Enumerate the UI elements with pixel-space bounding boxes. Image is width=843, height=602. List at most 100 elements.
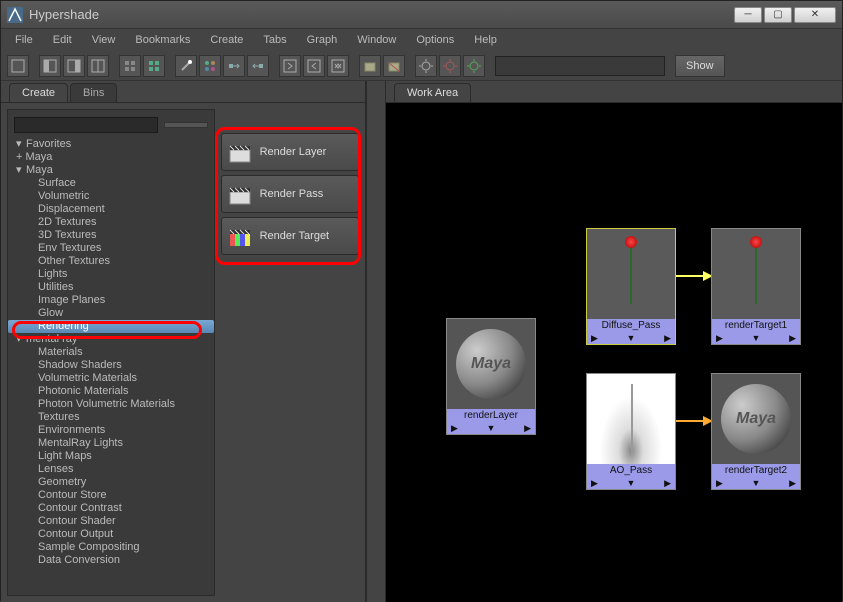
node-input-icon[interactable]: ▶ [716,333,723,344]
tool-container-1-icon[interactable] [359,55,381,77]
tree-item-3d-textures[interactable]: 3D Textures [8,229,214,242]
node-output-icon[interactable]: ▶ [789,478,796,489]
node-renderLayer[interactable]: M⁠a⁠y⁠arenderLayer▶▼▶ [446,318,536,435]
tree-item-glow[interactable]: Glow [8,307,214,320]
tool-io-3-icon[interactable] [327,55,349,77]
expand-arrow-icon[interactable]: ▾ [16,138,26,151]
node-output-icon[interactable]: ▶ [789,333,796,344]
tab-bins[interactable]: Bins [70,83,117,102]
node-footer[interactable]: ▶ ▼ ▶ [587,332,675,344]
node-menu-icon[interactable]: ▼ [627,478,636,488]
tree-item-environments[interactable]: Environments [8,424,214,437]
tree-item-mentalray-lights[interactable]: MentalRay Lights [8,437,214,450]
expand-arrow-icon[interactable]: ▾ [16,333,26,346]
node-menu-icon[interactable]: ▼ [627,333,636,343]
tool-graph-materials-icon[interactable] [199,55,221,77]
close-button[interactable]: ✕ [794,7,836,23]
nodetype-render-pass[interactable]: Render Pass [221,175,359,213]
node-input-icon[interactable]: ▶ [591,478,598,489]
tree-item-surface[interactable]: Surface [8,177,214,190]
tool-io-1-icon[interactable] [279,55,301,77]
tool-layout-split-icon[interactable] [87,55,109,77]
tool-layout-1-icon[interactable] [7,55,29,77]
menu-file[interactable]: File [7,32,41,48]
node-input-icon[interactable]: ▶ [591,333,598,344]
tree-item-2d-textures[interactable]: 2D Textures [8,216,214,229]
node-footer[interactable]: ▶ ▼ ▶ [447,422,535,434]
tree-item-light-maps[interactable]: Light Maps [8,450,214,463]
nodetype-render-layer[interactable]: Render Layer [221,133,359,171]
node-footer[interactable]: ▶ ▼ ▶ [712,332,800,344]
node-input-icon[interactable]: ▶ [451,423,458,434]
tree-item-geometry[interactable]: Geometry [8,476,214,489]
tree-item-contour-contrast[interactable]: Contour Contrast [8,502,214,515]
toolbar-search-input[interactable] [495,56,665,76]
tree-item-materials[interactable]: Materials [8,346,214,359]
show-button[interactable]: Show [675,55,725,77]
tree-item-maya[interactable]: ▾Maya [8,164,214,177]
tool-grid-1-icon[interactable] [119,55,141,77]
tree-item-contour-shader[interactable]: Contour Shader [8,515,214,528]
menu-options[interactable]: Options [408,32,462,48]
menu-tabs[interactable]: Tabs [255,32,294,48]
category-tree-list[interactable]: ▾Favorites+ Maya▾MayaSurfaceVolumetricDi… [8,138,214,593]
tree-item-displacement[interactable]: Displacement [8,203,214,216]
tool-sun-1-icon[interactable] [415,55,437,77]
tree-item-lenses[interactable]: Lenses [8,463,214,476]
expand-arrow-icon[interactable]: ▾ [16,164,26,177]
node-output-icon[interactable]: ▶ [524,423,531,434]
tab-work-area[interactable]: Work Area [394,83,471,102]
connection-arrow[interactable] [676,420,711,422]
tool-sun-2-icon[interactable] [439,55,461,77]
tree-item-textures[interactable]: Textures [8,411,214,424]
menu-view[interactable]: View [84,32,124,48]
tree-item-photon-volumetric-materials[interactable]: Photon Volumetric Materials [8,398,214,411]
menu-graph[interactable]: Graph [299,32,346,48]
node-menu-icon[interactable]: ▼ [487,423,496,433]
tool-grid-2-icon[interactable] [143,55,165,77]
tree-item-+-maya[interactable]: + Maya [8,151,214,164]
tree-item-image-planes[interactable]: Image Planes [8,294,214,307]
menu-create[interactable]: Create [202,32,251,48]
node-menu-icon[interactable]: ▼ [752,333,761,343]
menu-help[interactable]: Help [466,32,505,48]
node-renderTarget2[interactable]: M⁠a⁠y⁠arenderTarget2▶▼▶ [711,373,801,490]
connection-arrow[interactable] [676,275,711,277]
tree-item-volumetric[interactable]: Volumetric [8,190,214,203]
tree-item-sample-compositing[interactable]: Sample Compositing [8,541,214,554]
work-canvas[interactable]: M⁠a⁠y⁠arenderLayer▶▼▶Diffuse_Pass▶▼▶rend… [386,103,842,602]
menu-window[interactable]: Window [349,32,404,48]
menu-bookmarks[interactable]: Bookmarks [127,32,198,48]
tool-input-connections-icon[interactable] [223,55,245,77]
node-menu-icon[interactable]: ▼ [752,478,761,488]
tree-item-lights[interactable]: Lights [8,268,214,281]
node-output-icon[interactable]: ▶ [664,478,671,489]
node-footer[interactable]: ▶ ▼ ▶ [587,477,675,489]
tree-item-volumetric-materials[interactable]: Volumetric Materials [8,372,214,385]
tool-output-connections-icon[interactable] [247,55,269,77]
maximize-button[interactable]: ▢ [764,7,792,23]
tree-item-other-textures[interactable]: Other Textures [8,255,214,268]
tool-container-2-icon[interactable] [383,55,405,77]
tree-item-contour-output[interactable]: Contour Output [8,528,214,541]
tool-io-2-icon[interactable] [303,55,325,77]
tool-sun-3-icon[interactable] [463,55,485,77]
node-output-icon[interactable]: ▶ [664,333,671,344]
tree-item-data-conversion[interactable]: Data Conversion [8,554,214,567]
tree-item-favorites[interactable]: ▾Favorites [8,138,214,151]
category-filter-input[interactable] [14,117,158,133]
menu-edit[interactable]: Edit [45,32,80,48]
tool-layout-right-icon[interactable] [63,55,85,77]
tree-item-photonic-materials[interactable]: Photonic Materials [8,385,214,398]
node-footer[interactable]: ▶ ▼ ▶ [712,477,800,489]
node-renderTarget1[interactable]: renderTarget1▶▼▶ [711,228,801,345]
tree-item-env-textures[interactable]: Env Textures [8,242,214,255]
tree-item-contour-store[interactable]: Contour Store [8,489,214,502]
tree-item-shadow-shaders[interactable]: Shadow Shaders [8,359,214,372]
node-input-icon[interactable]: ▶ [716,478,723,489]
tool-layout-left-icon[interactable] [39,55,61,77]
node-diffusePass[interactable]: Diffuse_Pass▶▼▶ [586,228,676,345]
tab-create[interactable]: Create [9,83,68,102]
tool-clear-icon[interactable] [175,55,197,77]
nodetype-render-target[interactable]: Render Target [221,217,359,255]
